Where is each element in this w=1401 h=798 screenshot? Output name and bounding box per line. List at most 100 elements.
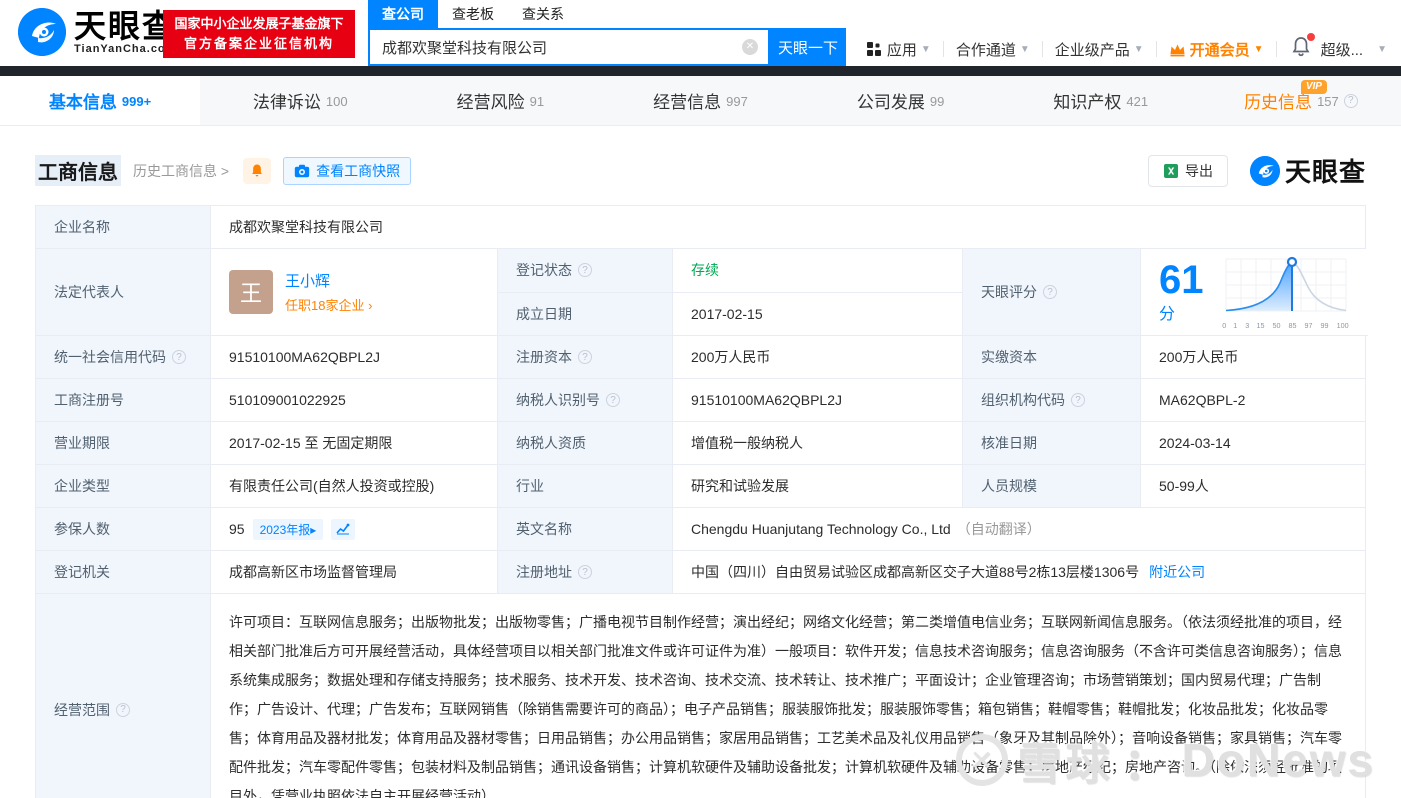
- nearby-companies-link[interactable]: 附近公司: [1149, 562, 1205, 582]
- help-icon[interactable]: ?: [578, 565, 592, 579]
- notification-dot: [1306, 33, 1315, 41]
- tianyancha-logo-icon: [18, 8, 66, 56]
- trend-chart-icon: [336, 523, 350, 535]
- credit-code-value: 91510100MA62QBPL2J: [211, 336, 498, 379]
- company-name-value: 成都欢聚堂科技有限公司: [211, 206, 1365, 249]
- score-distribution-chart: 01 3 15 50 85 97 99 100: [1222, 255, 1350, 330]
- tab-company-development[interactable]: 公司发展 99: [801, 76, 1001, 125]
- business-term-label: 营业期限: [36, 422, 211, 465]
- table-row: 工商注册号 510109001022925 纳税人识别号 ? 91510100M…: [36, 379, 1365, 422]
- nav-apps[interactable]: 应用 ▼: [866, 39, 931, 60]
- tab-legal-lawsuits[interactable]: 法律诉讼 100: [200, 76, 400, 125]
- annual-report-tag[interactable]: 2023年报▸: [252, 518, 324, 540]
- reg-number-label: 工商注册号: [36, 379, 211, 422]
- reg-capital-value: 200万人民币: [673, 336, 963, 379]
- search-button[interactable]: 天眼一下: [770, 28, 846, 66]
- reg-status-value: 存续: [673, 249, 963, 293]
- table-row: 登记机关 成都高新区市场监督管理局 注册地址 ? 中国（四川）自由贸易试验区成都…: [36, 551, 1365, 594]
- search-tab-company[interactable]: 查公司: [368, 0, 438, 28]
- watermark-brand-logo: 天眼查: [1249, 152, 1366, 189]
- approval-date-value: 2024-03-14: [1141, 422, 1365, 465]
- scope-value: 许可项目：互联网信息服务；出版物批发；出版物零售；广播电视节目制作经营；演出经纪…: [211, 594, 1365, 798]
- score-axis-labels: 01 3 15 50 85 97 99 100: [1221, 320, 1349, 330]
- staff-size-label: 人员规模: [963, 465, 1141, 508]
- insured-label: 参保人数: [36, 508, 211, 551]
- chevron-down-icon: ▼: [1019, 43, 1030, 55]
- vip-badge: VIP: [1300, 80, 1327, 94]
- clear-search-icon[interactable]: ✕: [742, 39, 758, 55]
- help-icon[interactable]: ?: [606, 393, 620, 407]
- tianyancha-logo-icon: [1249, 155, 1280, 186]
- taxpayer-quality-label: 纳税人资质: [498, 422, 673, 465]
- nav-enterprise-products[interactable]: 企业级产品 ▼: [1055, 39, 1144, 60]
- export-button[interactable]: 导出: [1147, 154, 1228, 187]
- table-row: 法定代表人 王 王小辉 任职18家企业 › 登记状态 ? 存续 成立日期 201…: [36, 249, 1368, 336]
- reg-status-label: 登记状态 ?: [498, 249, 673, 293]
- status-badge: 存续: [691, 262, 719, 279]
- table-row: 企业名称 成都欢聚堂科技有限公司: [36, 206, 1365, 249]
- table-row: 参保人数 95 2023年报▸ 英文名称 Chengdu Huanjutang …: [36, 508, 1365, 551]
- notifications-button[interactable]: [1291, 33, 1315, 62]
- org-code-label: 组织机构代码 ?: [963, 379, 1141, 422]
- badge-line1: 国家中小企业发展子基金旗下: [174, 16, 344, 31]
- paid-capital-value: 200万人民币: [1141, 336, 1365, 379]
- chevron-down-icon: ▼: [1253, 43, 1264, 55]
- tab-intellectual-property[interactable]: 知识产权 421: [1001, 76, 1201, 125]
- tab-history-info[interactable]: VIP 历史信息 157 ?: [1201, 76, 1401, 125]
- legal-rep-name-link[interactable]: 王小辉: [285, 270, 372, 291]
- legal-rep-avatar[interactable]: 王: [229, 270, 273, 314]
- credit-code-label: 统一社会信用代码 ?: [36, 336, 211, 379]
- brand-name: 天眼查: [1284, 157, 1366, 187]
- section-title: 工商信息: [35, 155, 121, 186]
- help-icon[interactable]: ?: [116, 702, 130, 717]
- reg-capital-label: 注册资本 ?: [498, 336, 673, 379]
- company-type-label: 企业类型: [36, 465, 211, 508]
- address-label: 注册地址 ?: [498, 551, 673, 594]
- legal-rep-label: 法定代表人: [36, 249, 211, 336]
- tianyancha-company-page: 天眼查 TianYanCha.com 国家中小企业发展子基金旗下 官方备案企业征…: [0, 0, 1401, 798]
- taxpayer-id-value: 91510100MA62QBPL2J: [673, 379, 963, 422]
- company-tabs: 基本信息 999+ 法律诉讼 100 经营风险 91 经营信息 997 公司发展 99 知…: [0, 76, 1401, 126]
- table-row: 企业类型 有限责任公司(自然人投资或控股) 行业 研究和试验发展 人员规模 50…: [36, 465, 1365, 508]
- view-snapshot-button[interactable]: 查看工商快照: [283, 156, 412, 185]
- help-icon[interactable]: ?: [578, 263, 592, 278]
- company-name-label: 企业名称: [36, 206, 211, 249]
- search-tab-relation[interactable]: 查关系: [508, 0, 578, 28]
- search-input[interactable]: [370, 30, 768, 64]
- help-icon[interactable]: ?: [1071, 393, 1085, 407]
- insured-value: 95 2023年报▸: [211, 508, 498, 551]
- nav-cooperation[interactable]: 合作通道 ▼: [956, 39, 1030, 60]
- help-icon[interactable]: ?: [1043, 285, 1057, 299]
- approval-date-label: 核准日期: [963, 422, 1141, 465]
- taxpayer-quality-value: 增值税一般纳税人: [673, 422, 963, 465]
- badge-line2: 官方备案企业征信机构: [183, 36, 334, 51]
- business-term-value: 2017-02-15 至 无固定期限: [211, 422, 498, 465]
- site-logo[interactable]: 天眼查 TianYanCha.com: [18, 8, 176, 56]
- tab-business-risk[interactable]: 经营风险 91: [400, 76, 600, 125]
- nav-super-vip[interactable]: 超级... ▼: [1321, 39, 1387, 60]
- score-value: 61: [1159, 258, 1204, 302]
- help-icon[interactable]: ?: [578, 350, 592, 364]
- search-tab-boss[interactable]: 查老板: [438, 0, 508, 28]
- history-business-info-link[interactable]: 历史工商信息 >: [133, 161, 229, 181]
- help-icon[interactable]: ?: [1343, 93, 1358, 108]
- establish-date-label: 成立日期: [498, 292, 673, 336]
- table-row: 统一社会信用代码 ? 91510100MA62QBPL2J 注册资本 ? 200…: [36, 336, 1365, 379]
- insured-trend-button[interactable]: [331, 518, 356, 540]
- auto-translate-note: （自动翻译）: [956, 521, 1041, 537]
- english-name-value: Chengdu Huanjutang Technology Co., Ltd （…: [673, 508, 1365, 551]
- paid-capital-label: 实缴资本: [963, 336, 1141, 379]
- staff-size-value: 50-99人: [1141, 465, 1365, 508]
- gov-certification-badge: 国家中小企业发展子基金旗下 官方备案企业征信机构: [163, 10, 355, 58]
- nav-open-vip[interactable]: 开通会员 ▼: [1169, 39, 1264, 60]
- section-header: 工商信息 历史工商信息 > 查看工商快照 导出 天眼查: [35, 152, 1366, 189]
- header: 天眼查 TianYanCha.com 国家中小企业发展子基金旗下 官方备案企业征…: [0, 0, 1401, 66]
- tab-basic-info[interactable]: 基本信息 999+: [0, 76, 201, 125]
- table-row: 营业期限 2017-02-15 至 无固定期限 纳税人资质 增值税一般纳税人 核…: [36, 422, 1365, 465]
- help-icon[interactable]: ?: [172, 350, 186, 364]
- tab-business-info[interactable]: 经营信息 997: [600, 76, 800, 125]
- table-row: 经营范围 ? 许可项目：互联网信息服务；出版物批发；出版物零售；广播电视节目制作…: [36, 594, 1365, 798]
- monitor-bell-button[interactable]: [243, 157, 272, 184]
- legal-rep-positions-link[interactable]: 任职18家企业 ›: [285, 295, 372, 314]
- search-area: 查公司 查老板 查关系 ✕ 天眼一下: [368, 0, 846, 66]
